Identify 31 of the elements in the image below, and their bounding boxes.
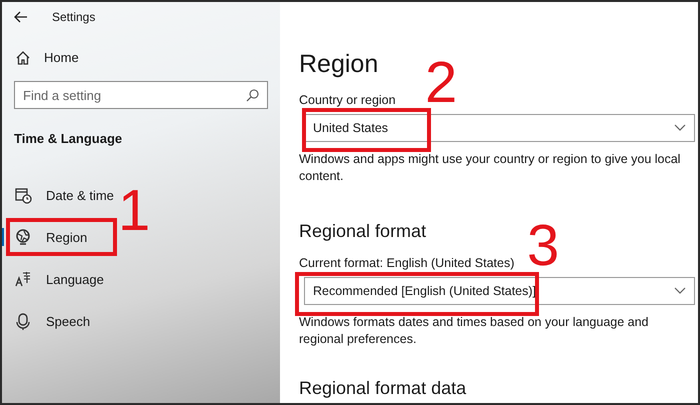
dropdown[interactable]: United States (304, 114, 695, 142)
nav-item[interactable]: Date & time (46, 188, 114, 202)
annotation-number: 1 (118, 182, 150, 240)
nav-item[interactable]: Language (46, 272, 104, 286)
calendar-clock-icon (14, 186, 32, 204)
dropdown[interactable]: Recommended [English (United States)] (304, 277, 695, 305)
nav-item[interactable]: Region (46, 230, 88, 244)
language-icon (14, 270, 32, 288)
chevron-icon (674, 287, 686, 295)
globe-icon (14, 228, 32, 246)
page-title: Region (299, 50, 378, 79)
section-heading: Regional format data (299, 378, 466, 399)
back-icon[interactable] (14, 11, 28, 23)
section-heading: Regional format (299, 221, 426, 242)
field-label: Country or region (299, 93, 397, 107)
search-field[interactable]: Find a setting (14, 81, 268, 109)
annotation-number: 2 (425, 54, 458, 112)
nav-item[interactable]: Speech (46, 314, 90, 328)
dropdown-value: United States (313, 121, 388, 135)
home-link[interactable]: Home (44, 50, 79, 65)
annotation-number: 3 (527, 217, 560, 275)
search-icon (246, 89, 259, 102)
window-title: Settings (52, 10, 96, 24)
section-heading: Time & Language (14, 131, 124, 146)
help-text: Windows and apps might use your country or region to give you local content. (299, 151, 682, 185)
dropdown-value: Recommended [English (United States)] (313, 284, 536, 298)
home-icon[interactable] (16, 50, 30, 64)
chevron-icon (674, 124, 686, 132)
field-label: Current format: English (United States) (299, 256, 516, 270)
help-text: Windows formats dates and times based on your language and regional preferences. (299, 314, 650, 348)
microphone-icon (14, 312, 32, 330)
